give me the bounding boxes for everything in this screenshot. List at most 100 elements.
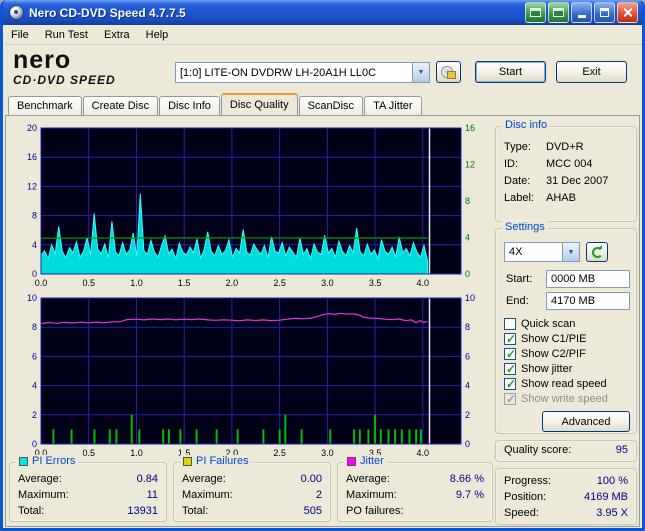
pif-total-value: 505 — [303, 505, 322, 517]
titlebar[interactable]: Nero CD-DVD Speed 4.7.7.5 — [3, 0, 642, 25]
maximize-button[interactable] — [594, 2, 615, 23]
svg-text:16: 16 — [27, 152, 37, 162]
svg-text:8: 8 — [32, 211, 37, 221]
refresh-speeds-button[interactable] — [586, 242, 608, 262]
pif-total-label: Total: — [182, 505, 209, 517]
disc-info-panel: Disc info Type: DVD+R ID: MCC 004 Date: 31 … — [495, 119, 637, 222]
jitter-average-label: Average: — [346, 473, 390, 485]
svg-text:12: 12 — [27, 181, 37, 191]
svg-text:10: 10 — [465, 294, 475, 303]
panel-icon — [530, 8, 541, 17]
speed-value: 3.95 X — [596, 507, 628, 519]
show-jitter-checkbox[interactable]: Show jitter — [504, 362, 572, 376]
menu-run-test[interactable]: Run Test — [37, 27, 96, 43]
pi-errors-chart: 0.0 0.5 1.0 1.5 2.0 2.5 3.0 3.5 4.0 0 4 8 12 16 20 0 4 8 1… — [27, 124, 475, 288]
disc-info-title: Disc info — [502, 119, 551, 131]
position-value: 4169 MB — [583, 491, 628, 503]
svg-text:2.0: 2.0 — [226, 278, 239, 288]
drive-select-value: [1:0] LITE-ON DVDRW LH-20A1H LL0C — [180, 66, 377, 79]
svg-text:20: 20 — [27, 124, 37, 133]
svg-text:3.0: 3.0 — [321, 278, 334, 288]
svg-text:10: 10 — [27, 294, 37, 303]
show-c1-pie-checkbox[interactable]: Show C1/PIE — [504, 332, 586, 346]
quick-scan-checkbox[interactable]: Quick scan — [504, 317, 575, 331]
panel-icon — [553, 8, 564, 17]
checkbox-icon — [504, 347, 516, 361]
start-position-input[interactable]: 0000 MB — [546, 270, 630, 288]
close-button[interactable] — [617, 2, 638, 23]
speed-select-dropdown-icon[interactable]: ▼ — [562, 243, 579, 261]
disc-date-label: Date: — [504, 175, 531, 187]
svg-text:4: 4 — [32, 381, 37, 391]
svg-text:3.0: 3.0 — [321, 448, 334, 458]
speed-select[interactable]: 4X ▼ — [504, 242, 580, 262]
svg-text:2: 2 — [465, 410, 470, 420]
disc-id-value: MCC 004 — [546, 158, 593, 170]
end-position-label: End: — [506, 295, 529, 307]
svg-text:6: 6 — [465, 351, 470, 361]
disc-type-label: Type: — [504, 141, 531, 153]
disc-quality-page: 0.0 0.5 1.0 1.5 2.0 2.5 3.0 3.5 4.0 0 4 8 12 16 20 0 4 8 1… — [5, 115, 640, 527]
svg-text:16: 16 — [465, 124, 475, 133]
tab-disc-quality[interactable]: Disc Quality — [220, 93, 298, 115]
jitter-chart: 0.0 0.5 1.0 1.5 2.0 2.5 3.0 3.5 4.00246810024681… — [27, 294, 475, 458]
drive-select-dropdown-icon[interactable]: ▼ — [412, 63, 429, 82]
jitter-average-value: 8.66 % — [449, 473, 484, 485]
jitter-maximum-value: 9.7 % — [455, 489, 484, 501]
logo-wordmark: nero — [13, 46, 72, 74]
titlebar-extra-button-2[interactable] — [548, 2, 569, 23]
pie-average-label: Average: — [18, 473, 62, 485]
svg-text:0.5: 0.5 — [82, 448, 95, 458]
svg-text:0.5: 0.5 — [82, 278, 95, 288]
svg-text:3.5: 3.5 — [369, 278, 382, 288]
refresh-icon — [591, 246, 603, 258]
menu-extra[interactable]: Extra — [96, 27, 138, 43]
tab-create-disc[interactable]: Create Disc — [82, 96, 159, 115]
position-label: Position: — [504, 491, 547, 503]
po-failures-label: PO failures: — [346, 505, 404, 517]
settings-panel: Settings 4X ▼ Start: 0000 MB End: 4170 M… — [495, 221, 637, 434]
pie-maximum-label: Maximum: — [18, 489, 69, 501]
svg-text:1.0: 1.0 — [130, 448, 143, 458]
svg-text:2.5: 2.5 — [273, 448, 286, 458]
svg-text:0: 0 — [32, 439, 37, 449]
pi-errors-stats-panel: PI Errors Average: 0.84 Maximum: 11 Total:… — [9, 455, 167, 522]
svg-text:0: 0 — [465, 439, 470, 449]
pie-total-label: Total: — [18, 505, 45, 517]
speed-select-value: 4X — [509, 246, 523, 258]
tab-disc-info[interactable]: Disc Info — [159, 96, 220, 115]
progress-panel: Progress: 100 % Position: 4169 MB Speed: 3.… — [495, 468, 637, 525]
show-c2-pif-checkbox[interactable]: Show C2/PIF — [504, 347, 586, 361]
svg-text:8: 8 — [465, 322, 470, 332]
pif-average-value: 0.00 — [300, 473, 322, 485]
drive-select[interactable]: [1:0] LITE-ON DVDRW LH-20A1H LL0C ▼ — [175, 62, 430, 83]
checkbox-icon — [504, 362, 516, 376]
pie-maximum-value: 11 — [146, 489, 158, 501]
hand-disc-icon — [441, 65, 456, 79]
show-read-speed-checkbox[interactable]: Show read speed — [504, 377, 607, 391]
menubar: File Run Test Extra Help — [3, 25, 642, 45]
exit-button[interactable]: Exit — [556, 61, 627, 83]
show-write-speed-checkbox: Show write speed — [504, 392, 608, 406]
pi-errors-swatch-icon — [19, 456, 28, 466]
end-position-input[interactable]: 4170 MB — [546, 292, 630, 310]
pi-failures-swatch-icon — [183, 456, 192, 466]
menu-help[interactable]: Help — [138, 27, 177, 43]
titlebar-extra-button-1[interactable] — [525, 2, 546, 23]
drive-options-button[interactable] — [436, 61, 461, 83]
start-button[interactable]: Start — [475, 61, 546, 83]
progress-label: Progress: — [504, 475, 552, 487]
tab-scandisc[interactable]: ScanDisc — [298, 96, 364, 115]
menu-file[interactable]: File — [3, 27, 37, 43]
advanced-button[interactable]: Advanced — [542, 411, 630, 432]
disc-date-value: 31 Dec 2007 — [546, 175, 609, 187]
tab-ta-jitter[interactable]: TA Jitter — [364, 96, 422, 115]
svg-text:4.0: 4.0 — [417, 278, 430, 288]
app-window: Nero CD-DVD Speed 4.7.7.5 File Run Test … — [0, 0, 645, 531]
svg-text:4: 4 — [32, 240, 37, 250]
tab-benchmark[interactable]: Benchmark — [8, 96, 82, 115]
pi-failures-stats-title: PI Failures — [196, 455, 249, 467]
svg-text:0.0: 0.0 — [35, 278, 48, 288]
settings-title: Settings — [502, 221, 548, 233]
minimize-button[interactable] — [571, 2, 592, 23]
